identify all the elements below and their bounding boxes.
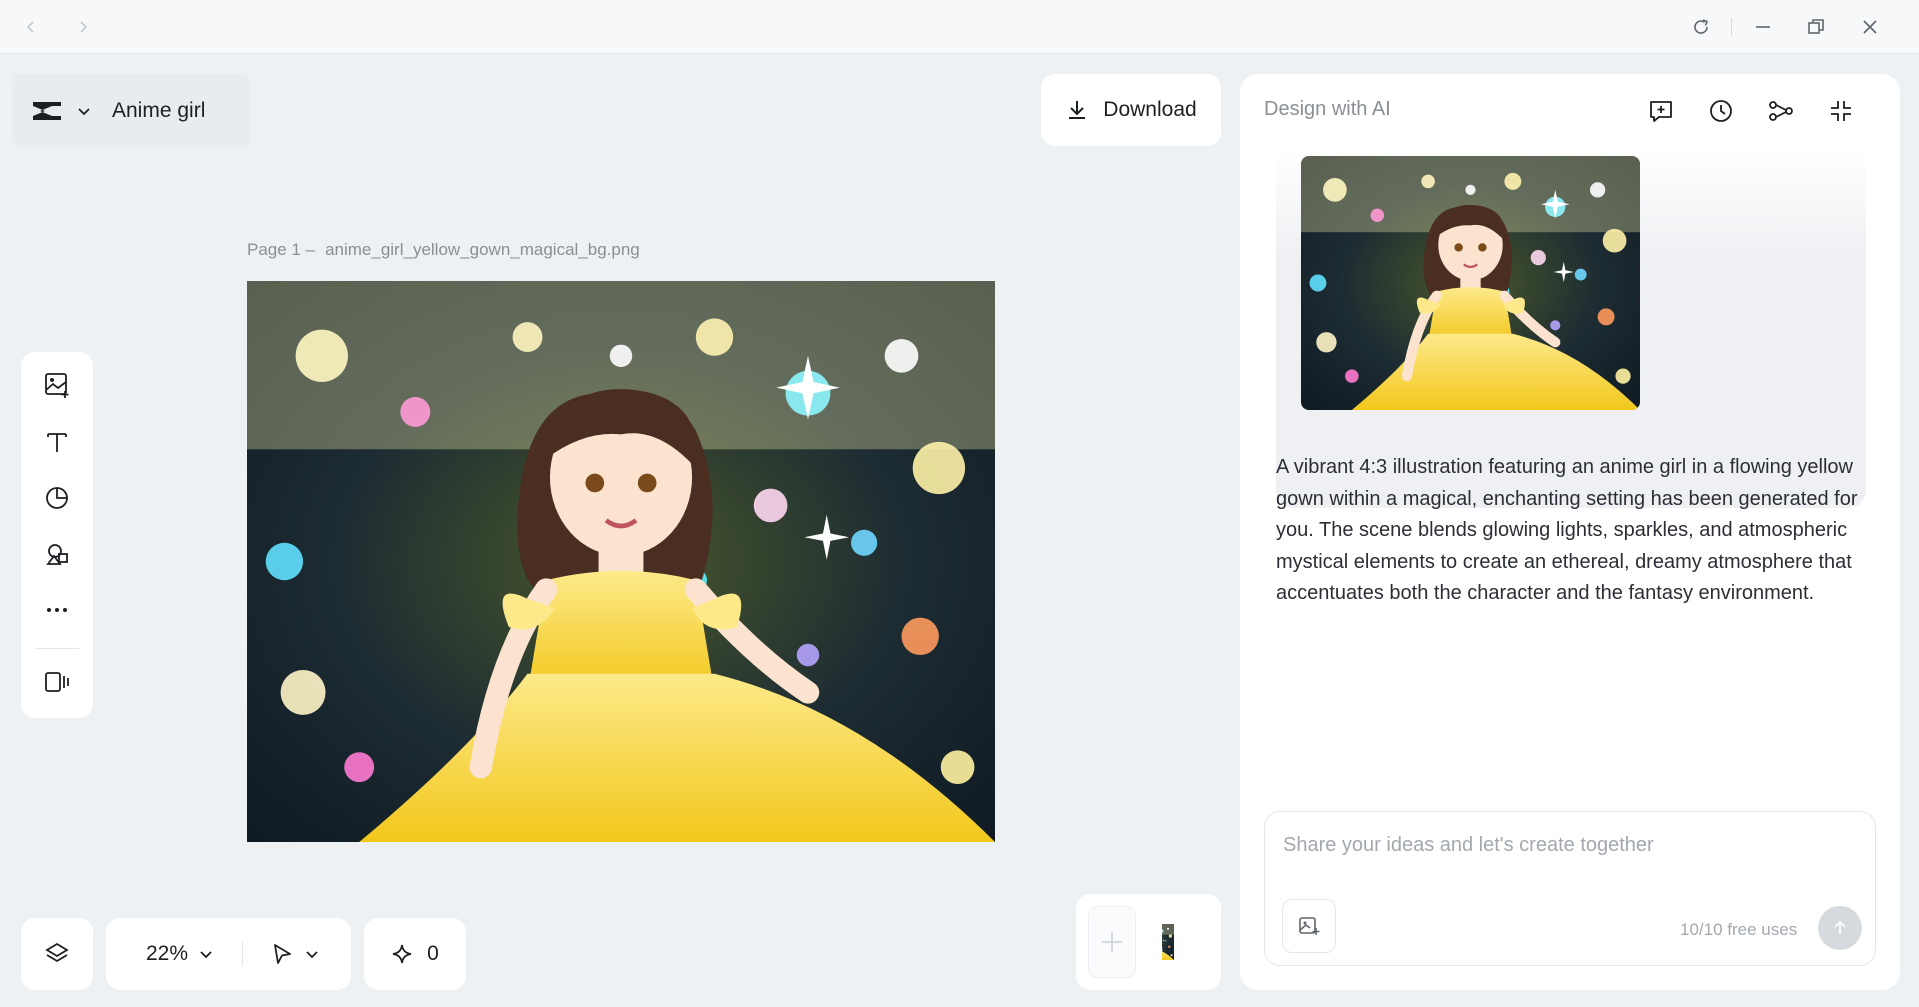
layers-button[interactable] <box>21 918 93 990</box>
title-bar <box>0 0 1919 54</box>
tool-add-image[interactable] <box>38 366 76 404</box>
sparkle-icon <box>393 944 412 964</box>
zoom-dropdown[interactable]: 22% <box>146 918 214 990</box>
share-button[interactable] <box>1764 94 1798 128</box>
close-button[interactable] <box>1855 12 1885 42</box>
page-thumbnail-image <box>1162 906 1210 978</box>
pointer-tool-dropdown[interactable] <box>270 918 320 990</box>
chevron-down-icon <box>78 108 90 116</box>
prompt-composer: 10/10 free uses <box>1264 811 1876 966</box>
pages-strip <box>1076 894 1221 990</box>
download-icon <box>1069 101 1086 119</box>
ai-panel: Design with AI A vibrant 4:3 illustratio… <box>1240 74 1900 990</box>
free-uses-counter: 10/10 free uses <box>1680 920 1798 939</box>
zoom-divider <box>242 942 243 966</box>
titlebar-divider <box>1731 18 1732 36</box>
credits-button[interactable]: 0 <box>364 918 466 990</box>
add-image-icon <box>45 373 69 398</box>
back-button[interactable] <box>16 12 46 42</box>
prompt-input[interactable] <box>1283 834 1843 857</box>
chevron-down-icon <box>200 951 212 959</box>
chevron-down-icon <box>306 951 318 959</box>
generated-image-illustration <box>1301 156 1640 410</box>
page-number: Page 1 – <box>247 240 316 259</box>
history-button[interactable] <box>1704 94 1738 128</box>
add-page-button[interactable] <box>1088 906 1136 978</box>
capcut-logo-icon <box>33 102 61 120</box>
send-button[interactable] <box>1818 906 1862 950</box>
forward-button[interactable] <box>68 12 98 42</box>
tool-text[interactable] <box>38 423 76 461</box>
tool-sticker[interactable] <box>38 479 76 517</box>
layers-icon <box>45 942 69 963</box>
canvas-image[interactable] <box>247 281 995 842</box>
file-name[interactable]: anime_girl_yellow_gown_magical_bg.png <box>325 240 640 259</box>
tool-more[interactable] <box>38 591 76 629</box>
panel-title: Design with AI <box>1264 98 1391 120</box>
collapse-panel-button[interactable] <box>1824 94 1858 128</box>
zoom-pointer-group: 22% <box>106 918 351 990</box>
project-name[interactable]: Anime girl <box>112 99 205 123</box>
share-icon <box>1769 101 1793 121</box>
left-toolbar <box>21 352 93 718</box>
new-chat-button[interactable] <box>1644 94 1678 128</box>
text-icon <box>47 433 67 452</box>
project-menu[interactable]: Anime girl <box>12 74 250 148</box>
minimize-button[interactable] <box>1748 12 1778 42</box>
new-chat-icon <box>1650 101 1672 122</box>
page-label: Page 1 – anime_girl_yellow_gown_magical_b… <box>247 240 640 260</box>
collapse-icon <box>1831 101 1851 121</box>
image-upload-icon <box>1299 917 1320 935</box>
restore-button[interactable] <box>1801 12 1831 42</box>
close-icon <box>1863 20 1877 34</box>
cursor-icon <box>274 944 291 964</box>
anime-girl-illustration <box>247 281 995 842</box>
page-thumbnail[interactable] <box>1162 906 1210 978</box>
chevron-right-icon <box>80 21 88 33</box>
download-label: Download <box>1103 98 1197 121</box>
tool-shapes[interactable] <box>38 535 76 573</box>
credits-count: 0 <box>427 942 439 965</box>
zoom-value: 22% <box>146 942 189 965</box>
arrow-up-icon <box>1834 920 1846 934</box>
tool-panel-toggle[interactable] <box>38 663 76 701</box>
generated-image[interactable] <box>1301 156 1640 410</box>
restore-icon <box>1808 19 1824 34</box>
chevron-left-icon <box>26 21 34 33</box>
minimize-icon <box>1756 26 1770 28</box>
ai-response-text: A vibrant 4:3 illustration featuring an … <box>1276 456 1858 604</box>
sticker-icon <box>46 487 68 509</box>
panel-icon <box>45 672 69 692</box>
reload-icon <box>1694 19 1709 34</box>
plus-icon <box>1102 932 1122 952</box>
toolbar-divider <box>35 648 79 649</box>
shapes-icon <box>46 544 68 565</box>
download-button[interactable]: Download <box>1041 74 1221 146</box>
reload-button[interactable] <box>1686 12 1716 42</box>
upload-image-button[interactable] <box>1282 899 1336 953</box>
more-icon <box>47 608 67 612</box>
history-icon <box>1710 100 1732 122</box>
